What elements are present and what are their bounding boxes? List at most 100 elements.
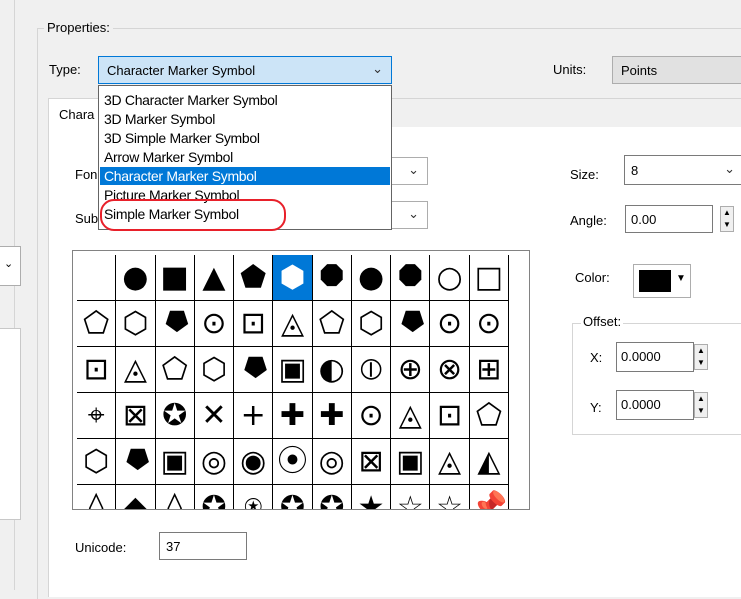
glyph-rounded-square-dot-icon[interactable]: ▣ — [273, 347, 313, 393]
spin-down-icon[interactable]: ▼ — [695, 405, 707, 417]
tab-character[interactable]: Chara — [48, 98, 100, 128]
glyph-triangle-dot-icon[interactable]: ◬ — [273, 301, 313, 347]
angle-input[interactable]: 0.00 — [625, 205, 713, 233]
size-value: 8 — [631, 163, 639, 178]
glyph-open-star-icon[interactable]: ☆ — [391, 485, 431, 509]
glyph-circled-triangle-icon[interactable]: ◬ — [430, 439, 470, 485]
units-combo[interactable]: Points — [612, 56, 741, 84]
glyph-circle-dot-icon[interactable]: ⊙ — [194, 301, 235, 347]
units-value: Points — [621, 63, 658, 78]
type-option-arrow-marker[interactable]: Arrow Marker Symbol — [100, 148, 390, 166]
glyph-triple-circle-icon[interactable]: ⦿ — [273, 439, 313, 485]
glyph-filled-octagon-icon[interactable]: ⯃ — [312, 255, 352, 301]
left-list-fragment — [0, 328, 21, 520]
glyph-triangle-dot-icon[interactable]: ◬ — [116, 347, 156, 393]
offset-y-spinner[interactable]: ▲ ▼ — [694, 392, 708, 418]
glyph-half-filled-circle-icon[interactable]: ◐ — [312, 347, 352, 393]
glyph-boxed-triangle-icon[interactable]: ◭ — [469, 439, 509, 485]
unicode-input[interactable]: 37 — [159, 532, 247, 560]
glyph-circle-dot-icon[interactable]: ⊙ — [469, 301, 509, 347]
color-picker-button[interactable]: ▼ — [633, 264, 691, 298]
spin-up-icon[interactable]: ▲ — [721, 207, 733, 219]
glyph-crosshair-circle-icon[interactable]: ⌖ — [77, 393, 117, 439]
glyph-triangle-dot-icon[interactable]: ◬ — [391, 393, 431, 439]
unicode-value: 37 — [166, 539, 181, 554]
glyph-open-star-icon[interactable]: ☆ — [430, 485, 470, 509]
glyph-rounded-square-dot-icon[interactable]: ▣ — [155, 439, 195, 485]
glyph-open-cross-icon[interactable]: ✚ — [273, 393, 313, 439]
glyph-filled-star-icon[interactable]: ★ — [352, 485, 392, 509]
type-combo[interactable]: Character Marker Symbol ⌄ — [98, 56, 392, 84]
glyph-boxed-x-icon[interactable]: ⊠ — [351, 439, 392, 485]
glyph-filled-circle-icon[interactable]: ● — [351, 255, 392, 301]
glyph-concentric-circle-icon[interactable]: ◎ — [312, 439, 352, 485]
spin-up-icon[interactable]: ▲ — [695, 393, 707, 405]
glyph-open-circle-icon[interactable]: ○ — [430, 255, 470, 301]
glyph-filled-pentagon-icon[interactable]: ⬟ — [234, 255, 274, 301]
glyph-filled-triangle-icon[interactable]: ▲ — [194, 255, 235, 301]
glyph-octagon-dot-icon[interactable]: ⯂ — [391, 301, 431, 347]
type-option-3d-character-marker[interactable]: 3D Character Marker Symbol — [100, 91, 390, 109]
left-combo-fragment[interactable]: ⌄ — [0, 246, 21, 286]
glyph-open-diamond-icon[interactable]: ◊ — [77, 485, 117, 509]
glyph-square-dot-icon[interactable]: ⊡ — [234, 301, 274, 347]
glyph-blank-icon[interactable] — [77, 255, 117, 301]
glyph-square-dot-icon[interactable]: ⊡ — [430, 393, 470, 439]
glyph-octagon-dot-icon[interactable]: ⯂ — [234, 347, 274, 393]
glyph-filled-hexagon-icon[interactable]: ⬢ — [273, 255, 313, 301]
glyph-boxed-square-icon[interactable]: ▣ — [391, 439, 431, 485]
chevron-down-icon: ⌄ — [4, 258, 14, 270]
glyph-grid: ● ■ ▲ ⬟ ⬢ ⯃ ● ⯃ ○ □ ⬠ ⬡ ⯂ ⊙ ⊡ ◬ ⬠ ⬡ ⯂ ⊙ ⊙ ⊡ ◬ ⬠ ⬡ ⯂ ▣ ◐ ⦶ ⊕ ⊗ ⊞ ⌖ ⊠ ✪ ✕ + ✚ ✚ ⊙… — [72, 250, 530, 510]
glyph-open-pentagon-icon[interactable]: ⬠ — [77, 301, 117, 347]
glyph-circled-small-star-icon[interactable]: ⍟ — [234, 485, 274, 509]
glyph-filled-diamond-icon[interactable]: ◆ — [116, 485, 156, 509]
offset-x-input[interactable]: 0.0000 — [616, 342, 694, 372]
angle-spinner[interactable]: ▲ ▼ — [720, 206, 734, 232]
glyph-octagon-dot-icon[interactable]: ⯂ — [116, 439, 156, 485]
glyph-double-circle-icon[interactable]: ◎ — [194, 439, 235, 485]
glyph-circle-dot-icon[interactable]: ⊙ — [430, 301, 470, 347]
glyph-hexagon-dot-icon[interactable]: ⬡ — [77, 439, 117, 485]
glyph-x-cross-icon[interactable]: ✕ — [194, 393, 235, 439]
glyph-open-diamond-icon[interactable]: ◊ — [156, 485, 195, 509]
glyph-bold-circled-cross-icon[interactable]: ✪ — [155, 393, 195, 439]
glyph-pentagon-dot-icon[interactable]: ⬠ — [469, 393, 509, 439]
unicode-label: Unicode: — [75, 540, 127, 555]
type-option-character-marker[interactable]: Character Marker Symbol — [100, 167, 390, 185]
glyph-pentagon-dot-icon[interactable]: ⬠ — [312, 301, 352, 347]
glyph-square-dot-icon[interactable]: ⊡ — [77, 347, 117, 393]
glyph-filled-square-icon[interactable]: ■ — [155, 255, 195, 301]
glyph-circled-x-icon[interactable]: ⊗ — [430, 347, 470, 393]
glyph-circled-open-star-icon[interactable]: ✪ — [313, 485, 352, 509]
glyph-circled-filled-star-icon[interactable]: ✪ — [273, 485, 313, 509]
glyph-circle-dot-icon[interactable]: ⊙ — [351, 393, 392, 439]
glyph-hexagon-dot-icon[interactable]: ⬡ — [194, 347, 235, 393]
glyph-boxed-x-circle-icon[interactable]: ⊠ — [116, 393, 156, 439]
glyph-bold-plus-icon[interactable]: ✚ — [312, 393, 352, 439]
glyph-plus-icon[interactable]: + — [234, 393, 274, 439]
offset-y-input[interactable]: 0.0000 — [616, 390, 694, 420]
glyph-grid-cells: ● ■ ▲ ⬟ ⬢ ⯃ ● ⯃ ○ □ ⬠ ⬡ ⯂ ⊙ ⊡ ◬ ⬠ ⬡ ⯂ ⊙ ⊙ ⊡ ◬ ⬠ ⬡ ⯂ ▣ ◐ ⦶ ⊕ ⊗ ⊞ ⌖ ⊠ ✪ ✕ + ✚ ✚ ⊙… — [77, 255, 509, 509]
glyph-hexagon-dot-icon[interactable]: ⬡ — [351, 301, 392, 347]
glyph-circle-vertical-line-icon[interactable]: ⦶ — [351, 347, 392, 393]
size-label: Size: — [570, 167, 599, 182]
glyph-pushpin-icon[interactable]: 📌 — [470, 485, 509, 509]
spin-down-icon[interactable]: ▼ — [695, 357, 707, 369]
glyph-filled-octagon-icon[interactable]: ⯃ — [391, 255, 431, 301]
size-combo[interactable]: 8 ⌄ — [624, 155, 741, 185]
type-option-3d-marker[interactable]: 3D Marker Symbol — [100, 110, 390, 128]
glyph-open-hexagon-icon[interactable]: ⬡ — [116, 301, 156, 347]
spin-up-icon[interactable]: ▲ — [695, 345, 707, 357]
angle-label: Angle: — [570, 213, 607, 228]
type-option-3d-simple-marker[interactable]: 3D Simple Marker Symbol — [100, 129, 390, 147]
glyph-bullseye-icon[interactable]: ◉ — [234, 439, 274, 485]
glyph-open-octagon-icon[interactable]: ⯂ — [155, 301, 195, 347]
glyph-circled-plus-icon[interactable]: ⊕ — [391, 347, 431, 393]
offset-x-spinner[interactable]: ▲ ▼ — [694, 344, 708, 370]
glyph-filled-circle-icon[interactable]: ● — [116, 255, 156, 301]
glyph-pentagon-dot-icon[interactable]: ⬠ — [155, 347, 195, 393]
glyph-circled-grid-icon[interactable]: ⊞ — [469, 347, 509, 393]
glyph-open-square-icon[interactable]: □ — [469, 255, 509, 301]
spin-down-icon[interactable]: ▼ — [721, 219, 733, 231]
glyph-circled-star-icon[interactable]: ✪ — [195, 485, 235, 509]
